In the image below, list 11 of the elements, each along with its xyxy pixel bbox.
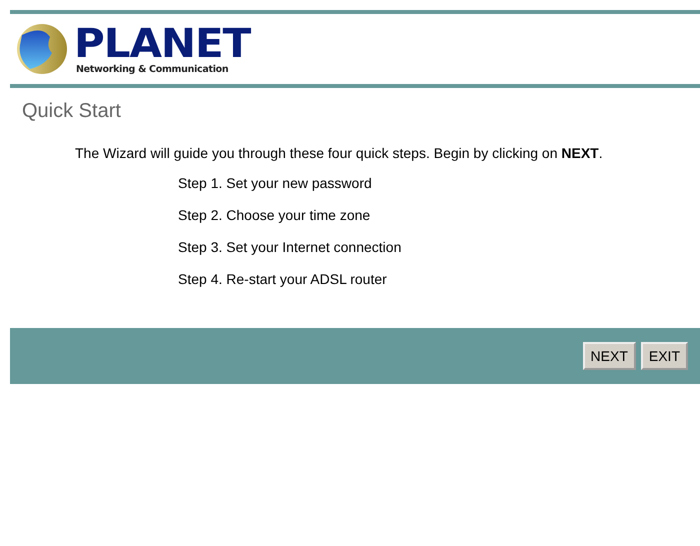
step-text: Step 4. Re-start your ADSL router <box>178 270 388 288</box>
next-button[interactable]: NEXT <box>582 342 636 370</box>
step-text: Step 2. Choose your time zone <box>178 206 372 224</box>
brand-tagline: Networking & Communication <box>76 64 230 74</box>
brand-name: PLANET <box>74 24 250 64</box>
step-text: Step 3. Set your Internet connection <box>178 238 402 256</box>
page-title: Quick Start <box>22 100 122 123</box>
intro-text: The Wizard will guide you through these four quick steps. Begin by clicking on NEXT. <box>75 145 604 161</box>
globe-logo-icon <box>16 23 68 75</box>
step-text: Step 1. Set your new password <box>178 174 373 192</box>
exit-button[interactable]: EXIT <box>640 342 688 370</box>
